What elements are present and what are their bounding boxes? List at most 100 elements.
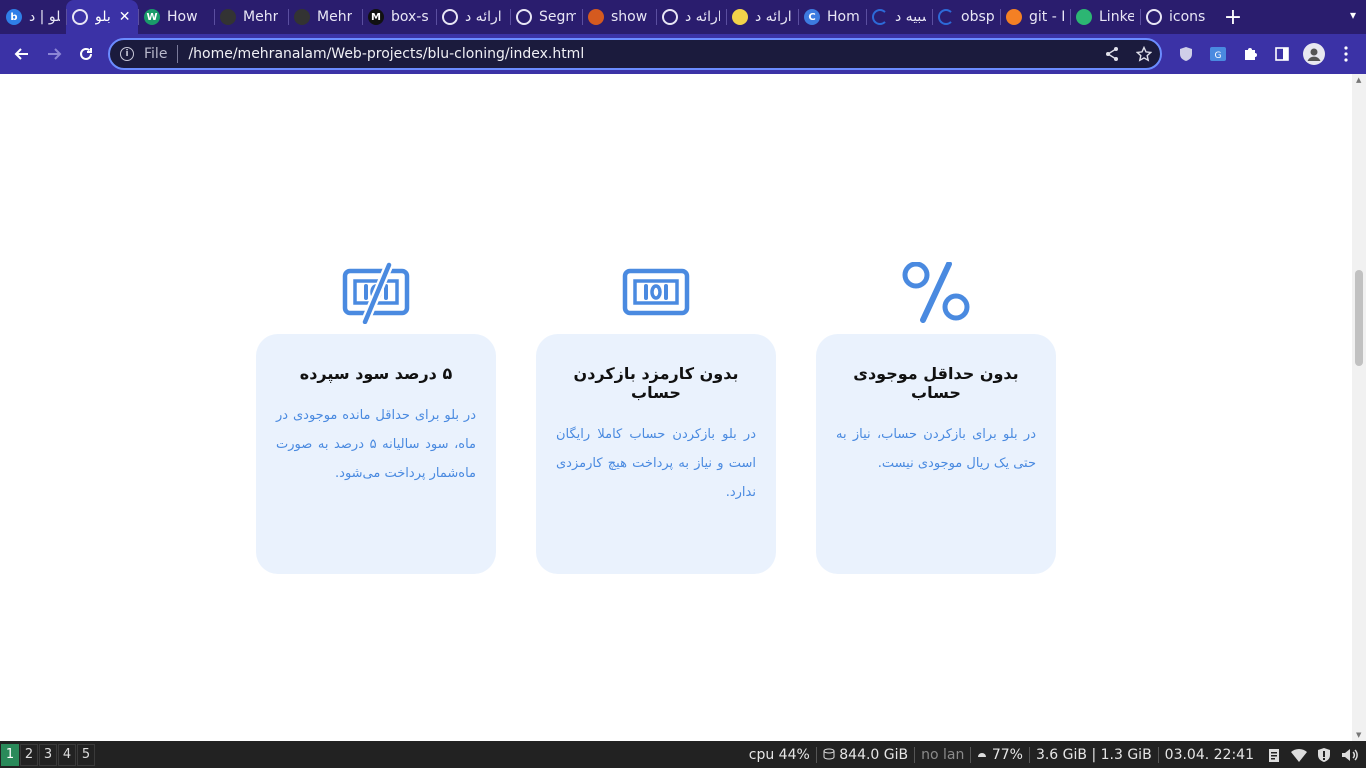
arrow-right-icon [48,48,62,60]
browser-tab[interactable]: obsp [932,0,1000,34]
clock: 03.04. 22:41 [1164,746,1254,763]
extensions-button[interactable] [1238,38,1262,70]
tab-favicon-icon [72,9,88,25]
url-scheme-label: File [144,46,168,62]
tab-favicon-icon: W [144,9,160,25]
browser-tab[interactable]: Mehr [288,0,362,34]
reload-icon [80,47,92,60]
clipboard-icon[interactable] [1266,747,1282,763]
reload-button[interactable] [70,38,102,70]
share-icon[interactable] [1104,46,1120,62]
browser-tab[interactable]: شبیه د [866,0,932,34]
browser-tab[interactable]: ارائه د [656,0,726,34]
browser-tab[interactable]: ارائه د [436,0,510,34]
browser-tab[interactable]: icons [1140,0,1212,34]
battery-level: 77% [991,746,1023,763]
tab-favicon-icon [588,9,604,25]
tab-favicon-icon [516,9,532,25]
tab-title: How [167,9,198,25]
tab-title: icons [1169,9,1206,25]
tab-favicon-icon: C [804,9,820,25]
toolbar-extensions: G [1174,38,1358,70]
kebab-menu-icon [1344,46,1348,62]
feature-description: در بلو بازکردن حساب کاملا رایگان است و ن… [556,427,756,500]
feature-title: بدون کارمزد بازکردن حساب [573,364,739,402]
browser-tab[interactable]: بلو ✕ [66,0,138,34]
omnibox-actions [1104,46,1152,62]
address-bar[interactable]: i File /home/mehranalam/Web-projects/blu… [108,38,1162,70]
shield-icon [1180,47,1192,61]
tab-favicon-icon [1006,9,1022,25]
cpu-usage: cpu 44% [748,746,810,763]
browser-tab[interactable]: C Hom [798,0,866,34]
tab-title: Hom [827,9,860,25]
status-bar: cpu 44% 844.0 GiB no lan 77% 3.6 GiB | 1… [743,741,1366,768]
tray-icons [1260,747,1366,763]
avatar-icon [1303,43,1325,65]
omnibox-divider [177,45,179,63]
feature-card-deposit-interest: ۵ درصد سود سپرده در بلو برای حداقل مانده… [256,334,496,574]
percent-icon [902,262,970,323]
svg-text:G: G [1215,51,1222,61]
shield-extension-button[interactable] [1174,38,1198,70]
tab-title: Mehr [317,9,353,25]
browser-tab[interactable]: W How [138,0,214,34]
workspace-button[interactable]: 4 [58,743,76,766]
browser-tab[interactable]: show [582,0,656,34]
side-panel-button[interactable] [1270,38,1294,70]
tab-title: Linke [1099,9,1134,25]
tab-favicon-icon [938,9,954,25]
tab-favicon-icon [732,9,748,25]
browser-tab[interactable]: Linke [1070,0,1140,34]
site-info-icon[interactable]: i [120,47,134,61]
workspace-switcher: 12345 [0,743,95,766]
feature-card-no-minimum-balance: بدون حداقل موجودی حساب در بلو برای بازکر… [816,334,1056,574]
tab-title: شبیه د [895,9,926,25]
url-text[interactable]: /home/mehranalam/Web-projects/blu-clonin… [188,46,584,62]
scrollbar-thumb[interactable] [1355,270,1363,366]
tab-favicon-icon [1146,9,1162,25]
translate-icon: G [1210,47,1226,61]
network-status: no lan [921,746,965,763]
browser-tab[interactable]: ارائه د [726,0,798,34]
browser-tab[interactable]: git - H [1000,0,1070,34]
browser-tab[interactable]: Segm [510,0,582,34]
browser-tab[interactable]: Mehr [214,0,288,34]
arrow-left-icon [14,48,28,60]
workspace-button[interactable]: 5 [77,743,95,766]
tab-title: obsp [961,9,994,25]
translate-extension-button[interactable]: G [1206,38,1230,70]
battery-icon [978,752,987,757]
side-panel-icon [1275,47,1289,61]
browser-tab[interactable]: Mbox-s [362,0,436,34]
feature-card-no-opening-fee: بدون کارمزد بازکردن حساب در بلو بازکردن … [536,334,776,574]
back-button[interactable] [6,38,38,70]
new-tab-button[interactable]: + [1218,5,1248,30]
security-icon[interactable] [1316,747,1332,763]
workspace-button[interactable]: 3 [39,743,57,766]
tab-favicon-icon: M [368,9,384,25]
disk-free: 844.0 GiB [839,746,909,763]
workspace-button[interactable]: 2 [20,743,38,766]
forward-button[interactable] [38,38,70,70]
page-scrollbar[interactable]: ▲ ▼ [1352,74,1366,741]
feature-description: در بلو برای بازکردن حساب، نیاز به حتی یک… [836,427,1036,471]
tab-search-chevron-icon[interactable]: ▾ [1350,8,1356,22]
feature-description: در بلو برای حداقل مانده موجودی در ماه، س… [276,408,476,481]
wifi-icon[interactable] [1290,747,1308,763]
tab-favicon-icon [662,9,678,25]
scroll-down-arrow-icon[interactable]: ▼ [1356,731,1361,739]
scroll-up-arrow-icon[interactable]: ▲ [1356,76,1361,84]
workspace-button[interactable]: 1 [1,743,19,766]
browser-toolbar: i File /home/mehranalam/Web-projects/blu… [0,34,1366,74]
profile-button[interactable] [1302,38,1326,70]
bookmark-star-icon[interactable] [1136,46,1152,62]
tab-close-icon[interactable]: ✕ [119,9,131,25]
tab-favicon-icon [294,9,310,25]
volume-icon[interactable] [1340,747,1360,763]
browser-tab[interactable]: b بلو | د [0,0,66,34]
tab-favicon-icon [1076,9,1092,25]
browser-menu-button[interactable] [1334,38,1358,70]
banknote-icon [622,268,690,316]
tab-title: show [611,9,648,25]
